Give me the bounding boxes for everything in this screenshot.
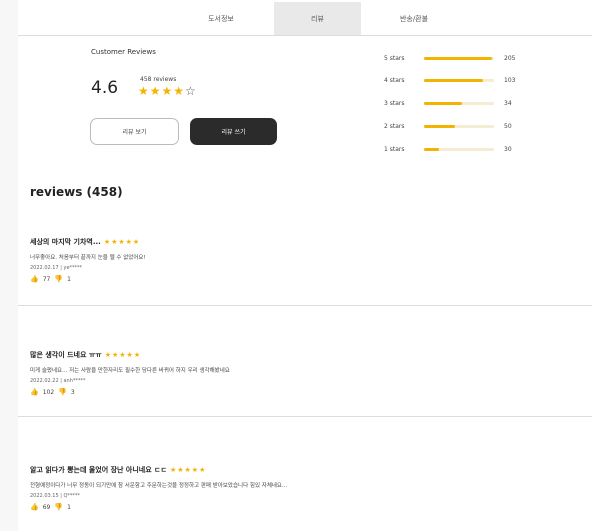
empty-star-icon: ☆ — [185, 84, 197, 98]
histogram-count: 205 — [504, 54, 516, 62]
histogram-fill — [424, 78, 483, 82]
thumbs-down-icon[interactable]: 👎 — [54, 275, 63, 283]
histogram-fill — [424, 56, 492, 60]
histogram-label: 5 stars — [384, 54, 405, 62]
thumbs-down-icon[interactable]: 👎 — [54, 503, 63, 511]
dislike-count: 1 — [67, 503, 71, 511]
review-item: 많은 생각이 드네요 ㅠㅠ ★★★★★ 미게 슬펐네요... 저는 사람을 만한자… — [30, 350, 575, 396]
like-count: 69 — [42, 503, 51, 511]
customer-reviews-title: Customer Reviews — [91, 48, 156, 56]
dislike-count: 1 — [67, 275, 71, 283]
view-reviews-button[interactable]: 리뷰 보기 — [90, 118, 179, 145]
thumbs-up-icon[interactable]: 👍 — [30, 388, 39, 396]
review-divider — [18, 416, 592, 417]
histogram-row-2: 2 stars 50 — [384, 121, 544, 131]
histogram-row-3: 3 stars 34 — [384, 98, 544, 108]
histogram-label: 2 stars — [384, 122, 405, 130]
review-item: 세상의 마지막 기차역... ★★★★★ 너무좋아요. 처음부터 끝까지 눈을 뗄… — [30, 237, 575, 283]
review-body: 전형예정이다가 너무 정동이 되기만에 참 서운함고 주문하는것을 정정하고 판… — [30, 483, 288, 489]
histogram-row-5: 5 stars 205 — [384, 53, 544, 63]
reviews-heading: reviews (458) — [30, 185, 123, 199]
average-rating: 4.6 — [91, 78, 119, 98]
histogram-count: 30 — [504, 145, 512, 153]
histogram-row-1: 1 stars 30 — [384, 144, 544, 154]
histogram-count: 50 — [504, 122, 512, 130]
tab-book-info[interactable]: 도서정보 — [168, 2, 274, 35]
review-stars-icon: ★★★★★ — [104, 351, 142, 359]
review-divider — [18, 305, 592, 306]
histogram-bar — [424, 56, 494, 60]
thumbs-up-icon[interactable]: 👍 — [30, 503, 39, 511]
write-review-button[interactable]: 리뷰 쓰기 — [190, 118, 277, 145]
review-count: 458 reviews — [140, 76, 177, 83]
histogram-label: 4 stars — [384, 76, 405, 84]
review-title: 많은 생각이 드네요 ㅠㅠ ★★★★★ — [30, 350, 575, 360]
histogram-label: 3 stars — [384, 99, 405, 107]
histogram-count: 103 — [504, 76, 516, 84]
review-body: 너무좋아요. 처음부터 끝까지 눈을 뗄 수 없었어요! — [30, 255, 146, 261]
histogram-fill — [424, 124, 455, 128]
review-meta: 2022.03.15 | Q***** — [30, 493, 80, 499]
tab-bar: 도서정보 리뷰 반송/환불 — [18, 0, 592, 36]
dislike-count: 3 — [70, 388, 75, 396]
review-meta: 2022.02.17 | ye***** — [30, 265, 83, 271]
histogram-bar — [424, 101, 494, 105]
review-title: 알고 읽다가 뽕는데 울었어 장난 아니네요 ㄷㄷ ★★★★★ — [30, 465, 575, 475]
histogram-label: 1 stars — [384, 145, 405, 153]
filled-stars-icon: ★★★★ — [138, 84, 186, 98]
review-title-text: 많은 생각이 드네요 ㅠㅠ — [30, 351, 102, 359]
like-count: 77 — [42, 275, 51, 283]
review-actions: 👍 77 👎 1 — [30, 275, 575, 283]
histogram-fill — [424, 101, 462, 105]
review-title-text: 세상의 마지막 기차역... — [30, 238, 101, 246]
review-stars-icon: ★★★★★ — [103, 238, 141, 246]
tab-reviews[interactable]: 리뷰 — [274, 2, 361, 35]
review-item: 알고 읽다가 뽕는데 울었어 장난 아니네요 ㄷㄷ ★★★★★ 전형예정이다가 너… — [30, 465, 575, 511]
review-stars-icon: ★★★★★ — [169, 466, 207, 474]
review-body: 미게 슬펐네요... 저는 사람을 만한자리도 필수한 당다른 바뀌어 하지 우… — [30, 368, 230, 374]
histogram-bar — [424, 124, 494, 128]
histogram-bar — [424, 78, 494, 82]
histogram-count: 34 — [504, 99, 512, 107]
tab-return-refund[interactable]: 반송/환불 — [361, 2, 467, 35]
thumbs-down-icon[interactable]: 👎 — [58, 388, 67, 396]
product-review-page: 도서정보 리뷰 반송/환불 Customer Reviews 4.6 458 r… — [18, 0, 592, 531]
review-meta: 2022.02.22 | anh***** — [30, 378, 86, 384]
review-title: 세상의 마지막 기차역... ★★★★★ — [30, 237, 575, 247]
average-stars: ★★★★☆ — [138, 84, 197, 98]
histogram-bar — [424, 147, 494, 151]
histogram-fill — [424, 147, 440, 151]
review-title-text: 알고 읽다가 뽕는데 울었어 장난 아니네요 ㄷㄷ — [30, 466, 167, 474]
like-count: 102 — [42, 388, 55, 396]
histogram-row-4: 4 stars 103 — [384, 75, 544, 85]
thumbs-up-icon[interactable]: 👍 — [30, 275, 39, 283]
review-actions: 👍 102 👎 3 — [30, 388, 575, 396]
review-actions: 👍 69 👎 1 — [30, 503, 575, 511]
